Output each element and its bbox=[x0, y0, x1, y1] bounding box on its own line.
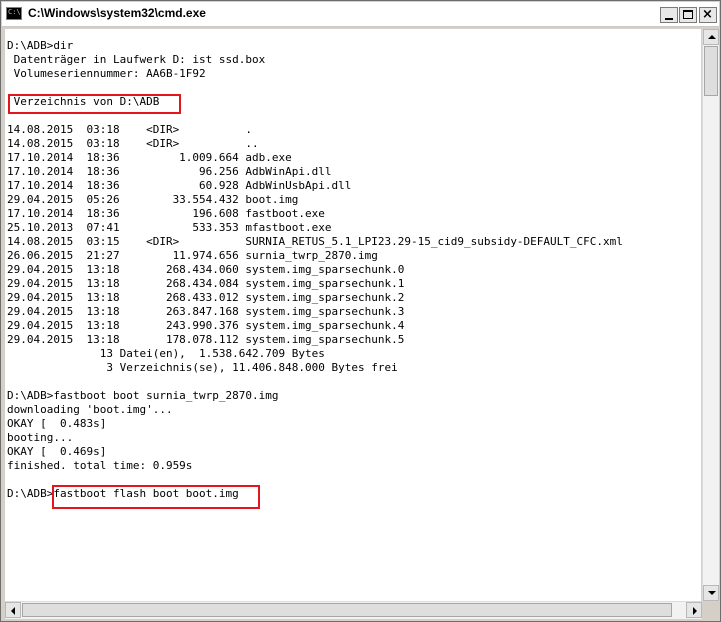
console-line: 14.08.2015 03:15 <DIR> SURNIA_RETUS_5.1_… bbox=[7, 235, 623, 248]
console-line: 26.06.2015 21:27 11.974.656 surnia_twrp_… bbox=[7, 249, 378, 262]
minimize-button[interactable] bbox=[660, 7, 678, 23]
console-line: 3 Verzeichnis(se), 11.406.848.000 Bytes … bbox=[7, 361, 398, 374]
console-line: 29.04.2015 13:18 268.433.012 system.img_… bbox=[7, 291, 405, 304]
window-title: C:\Windows\system32\cmd.exe bbox=[28, 6, 206, 20]
vertical-scroll-thumb[interactable] bbox=[704, 46, 718, 96]
console-line: 25.10.2013 07:41 533.353 mfastboot.exe bbox=[7, 221, 332, 234]
console-line: downloading 'boot.img'... bbox=[7, 403, 173, 416]
console-output[interactable]: D:\ADB>dir Datenträger in Laufwerk D: is… bbox=[5, 29, 701, 601]
maximize-button[interactable] bbox=[679, 7, 697, 23]
console-line: booting... bbox=[7, 431, 74, 444]
title-bar[interactable]: C:\ C:\Windows\system32\cmd.exe × bbox=[2, 2, 719, 27]
maximize-icon bbox=[683, 10, 693, 19]
minimize-icon bbox=[665, 18, 673, 20]
console-line: 13 Datei(en), 1.538.642.709 Bytes bbox=[7, 347, 325, 360]
console-line: 17.10.2014 18:36 196.608 fastboot.exe bbox=[7, 207, 325, 220]
console-line: 14.08.2015 03:18 <DIR> . bbox=[7, 123, 253, 136]
console-line: 29.04.2015 13:18 178.078.112 system.img_… bbox=[7, 333, 405, 346]
console-line: 14.08.2015 03:18 <DIR> .. bbox=[7, 137, 259, 150]
console-line: OKAY [ 0.469s] bbox=[7, 445, 107, 458]
arrow-right-icon bbox=[693, 607, 697, 615]
arrow-left-icon bbox=[11, 607, 15, 615]
scrollbar-corner bbox=[702, 601, 718, 618]
horizontal-scrollbar[interactable] bbox=[5, 601, 702, 619]
cmd-icon: C:\ bbox=[6, 7, 22, 20]
vertical-scrollbar[interactable] bbox=[702, 29, 719, 601]
console-line: 29.04.2015 05:26 33.554.432 boot.img bbox=[7, 193, 299, 206]
console-line: 29.04.2015 13:18 263.847.168 system.img_… bbox=[7, 305, 405, 318]
console-line: D:\ADB>dir bbox=[7, 39, 74, 52]
cmd-icon-text: C:\ bbox=[8, 8, 21, 16]
console-line: D:\ADB>fastboot boot surnia_twrp_2870.im… bbox=[7, 389, 279, 402]
console-line: OKAY [ 0.483s] bbox=[7, 417, 107, 430]
console-line: 17.10.2014 18:36 60.928 AdbWinUsbApi.dll bbox=[7, 179, 352, 192]
highlight-box-directory bbox=[8, 94, 181, 114]
arrow-up-icon bbox=[708, 35, 716, 39]
highlight-box-flash-command bbox=[52, 485, 260, 509]
console-line: 17.10.2014 18:36 1.009.664 adb.exe bbox=[7, 151, 292, 164]
scroll-up-button[interactable] bbox=[703, 29, 719, 45]
scroll-down-button[interactable] bbox=[703, 585, 719, 601]
console-line: 29.04.2015 13:18 243.990.376 system.img_… bbox=[7, 319, 405, 332]
arrow-down-icon bbox=[708, 591, 716, 595]
console-line: 29.04.2015 13:18 268.434.084 system.img_… bbox=[7, 277, 405, 290]
cmd-window: C:\ C:\Windows\system32\cmd.exe × D:\ADB… bbox=[0, 0, 721, 622]
console-line: Volumeseriennummer: AA6B-1F92 bbox=[7, 67, 206, 80]
close-button[interactable]: × bbox=[699, 7, 717, 23]
console-line: finished. total time: 0.959s bbox=[7, 459, 193, 472]
scroll-left-button[interactable] bbox=[5, 602, 21, 618]
scroll-right-button[interactable] bbox=[686, 602, 702, 618]
close-icon: × bbox=[702, 7, 713, 22]
console-line: 29.04.2015 13:18 268.434.060 system.img_… bbox=[7, 263, 405, 276]
horizontal-scroll-thumb[interactable] bbox=[22, 603, 672, 617]
console-line: 17.10.2014 18:36 96.256 AdbWinApi.dll bbox=[7, 165, 332, 178]
console-line: Datenträger in Laufwerk D: ist ssd.box bbox=[7, 53, 266, 66]
